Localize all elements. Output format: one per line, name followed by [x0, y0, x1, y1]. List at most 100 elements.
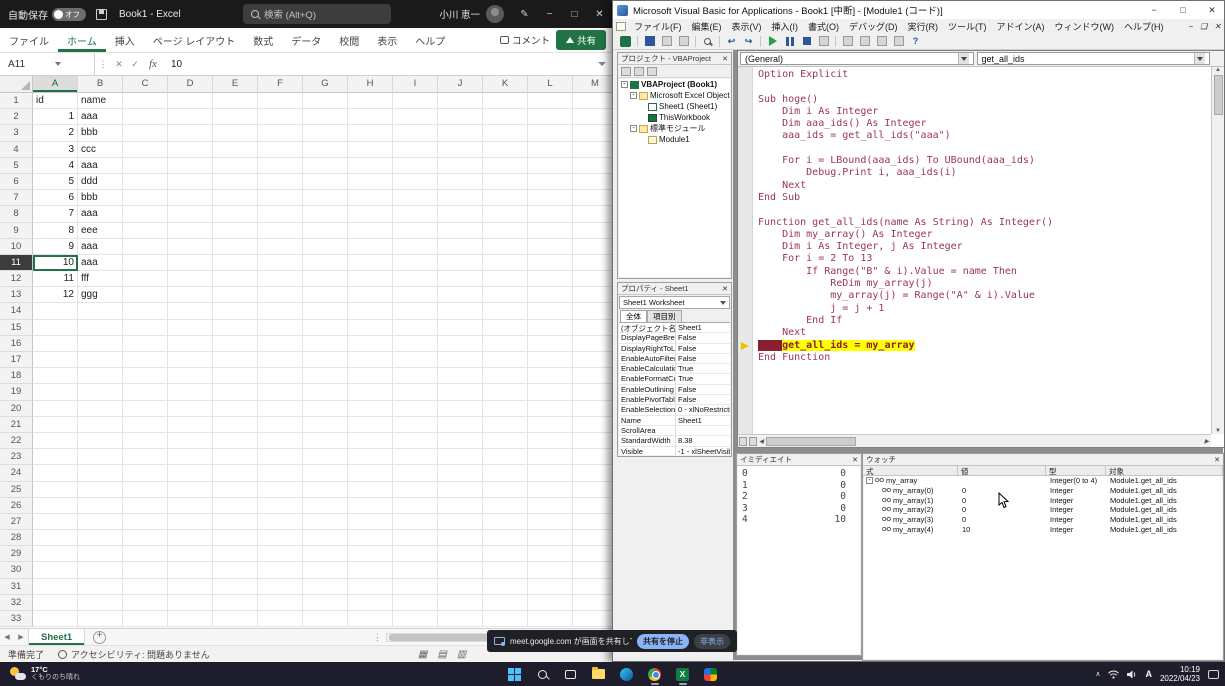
cell-L27[interactable] [528, 514, 573, 530]
row-header-30[interactable]: 30 [0, 562, 33, 578]
autosave-switch[interactable]: オフ [52, 8, 86, 21]
row-header-4[interactable]: 4 [0, 142, 33, 158]
watch-row[interactable]: my_array(0)0IntegerModule1.get_all_ids [864, 486, 1222, 496]
cell-M15[interactable] [573, 320, 612, 336]
cell-A21[interactable] [33, 417, 78, 433]
cell-I17[interactable] [393, 352, 438, 368]
cell-D11[interactable] [168, 255, 213, 271]
property-row[interactable]: StandardWidth8.38 [619, 436, 730, 446]
cell-H17[interactable] [348, 352, 393, 368]
cell-B24[interactable] [78, 465, 123, 481]
sheet-nav-right-icon[interactable] [14, 633, 28, 641]
cell-G14[interactable] [303, 303, 348, 319]
cell-G33[interactable] [303, 611, 348, 627]
cell-M27[interactable] [573, 514, 612, 530]
property-row[interactable]: EnableSelection0 - xlNoRestrictions [619, 405, 730, 415]
row-header-11[interactable]: 11 [0, 255, 33, 271]
cell-M19[interactable] [573, 384, 612, 400]
taskbar-meet-icon[interactable] [700, 663, 722, 685]
cell-K29[interactable] [483, 546, 528, 562]
row-header-12[interactable]: 12 [0, 271, 33, 287]
cell-F16[interactable] [258, 336, 303, 352]
cell-K14[interactable] [483, 303, 528, 319]
cell-C4[interactable] [123, 142, 168, 158]
cell-F5[interactable] [258, 158, 303, 174]
cancel-icon[interactable] [111, 59, 127, 70]
cell-F17[interactable] [258, 352, 303, 368]
cell-F3[interactable] [258, 125, 303, 141]
cell-H27[interactable] [348, 514, 393, 530]
cell-M3[interactable] [573, 125, 612, 141]
cell-F4[interactable] [258, 142, 303, 158]
properties-window-icon[interactable] [857, 34, 872, 48]
expander-icon[interactable]: - [621, 81, 628, 88]
cell-C21[interactable] [123, 417, 168, 433]
cell-B25[interactable] [78, 482, 123, 498]
cell-A14[interactable] [33, 303, 78, 319]
cell-G23[interactable] [303, 449, 348, 465]
save-icon[interactable] [642, 34, 657, 48]
code-vertical-scrollbar[interactable] [1211, 67, 1224, 434]
cell-H20[interactable] [348, 401, 393, 417]
cell-I4[interactable] [393, 142, 438, 158]
scroll-right-icon[interactable] [1204, 438, 1211, 445]
cell-L12[interactable] [528, 271, 573, 287]
cell-H28[interactable] [348, 530, 393, 546]
cell-J16[interactable] [438, 336, 483, 352]
cell-G28[interactable] [303, 530, 348, 546]
add-sheet-button[interactable] [93, 631, 106, 644]
column-header-B[interactable]: B [78, 76, 123, 93]
ribbon-tab[interactable]: 挿入 [106, 28, 144, 52]
code-line[interactable]: get_all_ids = my_array [758, 340, 1211, 352]
cell-J20[interactable] [438, 401, 483, 417]
cell-C25[interactable] [123, 482, 168, 498]
cell-D7[interactable] [168, 190, 213, 206]
taskbar-file-explorer-icon[interactable] [588, 663, 610, 685]
find-icon[interactable] [700, 34, 715, 48]
cell-H16[interactable] [348, 336, 393, 352]
cell-A9[interactable]: 8 [33, 223, 78, 239]
cell-C31[interactable] [123, 579, 168, 595]
cell-G30[interactable] [303, 562, 348, 578]
cell-E13[interactable] [213, 287, 258, 303]
taskbar-edge-icon[interactable] [616, 663, 638, 685]
cell-J29[interactable] [438, 546, 483, 562]
cell-C5[interactable] [123, 158, 168, 174]
ribbon-tab[interactable]: ヘルプ [406, 28, 454, 52]
undo-icon[interactable]: ↩ [724, 34, 739, 48]
tree-node[interactable]: ThisWorkbook [619, 112, 730, 123]
page-layout-view-icon[interactable] [437, 649, 446, 660]
formula-input[interactable]: 10 [171, 59, 182, 70]
property-row[interactable]: DisplayRightToLeftFalse [619, 344, 730, 354]
cell-L21[interactable] [528, 417, 573, 433]
cell-I33[interactable] [393, 611, 438, 627]
cell-E20[interactable] [213, 401, 258, 417]
cell-A7[interactable]: 6 [33, 190, 78, 206]
cell-C26[interactable] [123, 498, 168, 514]
row-header-3[interactable]: 3 [0, 125, 33, 141]
cell-M10[interactable] [573, 239, 612, 255]
cell-F29[interactable] [258, 546, 303, 562]
cell-C27[interactable] [123, 514, 168, 530]
cell-B10[interactable]: aaa [78, 239, 123, 255]
immediate-close-icon[interactable] [852, 456, 858, 464]
cell-A10[interactable]: 9 [33, 239, 78, 255]
menu-item[interactable]: アドイン(A) [992, 20, 1050, 33]
menu-item[interactable]: 編集(E) [687, 20, 727, 33]
cell-C1[interactable] [123, 93, 168, 109]
cell-A6[interactable]: 5 [33, 174, 78, 190]
cell-F27[interactable] [258, 514, 303, 530]
cell-B9[interactable]: eee [78, 223, 123, 239]
column-header-G[interactable]: G [303, 76, 348, 93]
cell-C33[interactable] [123, 611, 168, 627]
cell-L5[interactable] [528, 158, 573, 174]
cell-M23[interactable] [573, 449, 612, 465]
cell-G32[interactable] [303, 595, 348, 611]
cell-M9[interactable] [573, 223, 612, 239]
cell-L15[interactable] [528, 320, 573, 336]
code-line[interactable]: End Sub [758, 192, 1211, 204]
cell-M26[interactable] [573, 498, 612, 514]
cell-I23[interactable] [393, 449, 438, 465]
property-row[interactable]: (オブジェクト名)Sheet1 [619, 323, 730, 333]
cell-B33[interactable] [78, 611, 123, 627]
